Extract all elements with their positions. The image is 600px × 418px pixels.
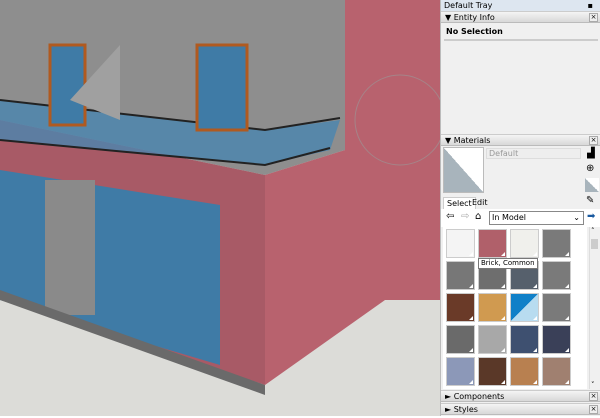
collapse-icon: ▼ xyxy=(445,136,454,145)
building-model-view xyxy=(0,0,440,416)
entity-info-header[interactable]: ▼ Entity Info × xyxy=(441,11,600,23)
pin-icon[interactable]: ▪ xyxy=(588,0,593,11)
material-swatch[interactable] xyxy=(542,325,571,354)
materials-tabs: Select Edit ✎ xyxy=(441,195,600,209)
material-swatch[interactable] xyxy=(446,325,475,354)
material-swatch[interactable] xyxy=(510,229,539,258)
forward-arrow-icon[interactable]: ⇨ xyxy=(461,211,469,223)
tray-title-bar: Default Tray ▪ xyxy=(441,0,600,11)
close-icon[interactable]: × xyxy=(589,136,598,145)
collapse-icon: ▼ xyxy=(445,13,454,22)
details-arrow-icon[interactable]: ➡ xyxy=(587,211,595,223)
material-swatch[interactable] xyxy=(510,293,539,322)
material-swatch[interactable] xyxy=(446,357,475,386)
entity-info-title: Entity Info xyxy=(454,13,495,22)
close-icon[interactable]: × xyxy=(589,405,598,414)
model-viewport[interactable] xyxy=(0,0,440,416)
material-swatch[interactable] xyxy=(478,325,507,354)
paint-bucket-icon[interactable]: ▟ xyxy=(587,148,595,160)
selection-status: No Selection xyxy=(446,27,503,36)
material-swatch[interactable] xyxy=(542,229,571,258)
components-header[interactable]: ► Components × xyxy=(441,390,600,402)
materials-title: Materials xyxy=(454,136,491,145)
default-tray: Default Tray ▪ ▼ Entity Info × No Selectio… xyxy=(440,0,600,416)
material-preview xyxy=(443,147,484,193)
material-swatch[interactable] xyxy=(542,357,571,386)
home-icon[interactable]: ⌂ xyxy=(475,211,481,223)
material-swatch[interactable] xyxy=(478,293,507,322)
default-material-icon[interactable] xyxy=(585,178,599,192)
material-tooltip: Brick, Common xyxy=(478,258,538,269)
material-name-field[interactable]: Default xyxy=(486,148,581,159)
swatch-scrollbar[interactable]: ˄ ˅ xyxy=(589,227,599,389)
tab-edit[interactable]: Edit xyxy=(469,197,491,209)
tray-title: Default Tray xyxy=(444,1,492,10)
expand-icon: ► xyxy=(445,405,454,414)
eyedropper-icon[interactable]: ✎ xyxy=(586,195,594,207)
divider xyxy=(444,39,598,41)
scroll-down-icon[interactable]: ˅ xyxy=(591,381,595,389)
materials-header[interactable]: ▼ Materials × xyxy=(441,134,600,146)
collection-value: In Model xyxy=(492,213,526,222)
styles-title: Styles xyxy=(454,405,478,414)
back-arrow-icon[interactable]: ⇦ xyxy=(446,211,454,223)
materials-nav: ⇦ ⇨ ⌂ In Model ⌄ ➡ xyxy=(441,209,600,227)
components-title: Components xyxy=(454,392,505,401)
material-swatch-grid xyxy=(443,227,587,389)
chevron-down-icon: ⌄ xyxy=(573,212,580,224)
material-swatch[interactable] xyxy=(510,325,539,354)
material-swatch[interactable] xyxy=(478,229,507,258)
create-material-icon[interactable]: ⊕ xyxy=(586,163,594,175)
material-swatch[interactable] xyxy=(446,261,475,290)
scroll-up-icon[interactable]: ˄ xyxy=(591,227,595,235)
close-icon[interactable]: × xyxy=(589,392,598,401)
material-swatch[interactable] xyxy=(446,229,475,258)
close-icon[interactable]: × xyxy=(589,13,598,22)
expand-icon: ► xyxy=(445,392,454,401)
material-swatch[interactable] xyxy=(542,293,571,322)
scroll-thumb[interactable] xyxy=(591,239,598,249)
material-swatch[interactable] xyxy=(478,357,507,386)
styles-header[interactable]: ► Styles × xyxy=(441,403,600,415)
material-swatch[interactable] xyxy=(542,261,571,290)
material-swatch[interactable] xyxy=(510,357,539,386)
material-swatch[interactable] xyxy=(446,293,475,322)
collection-dropdown[interactable]: In Model ⌄ xyxy=(489,211,584,225)
